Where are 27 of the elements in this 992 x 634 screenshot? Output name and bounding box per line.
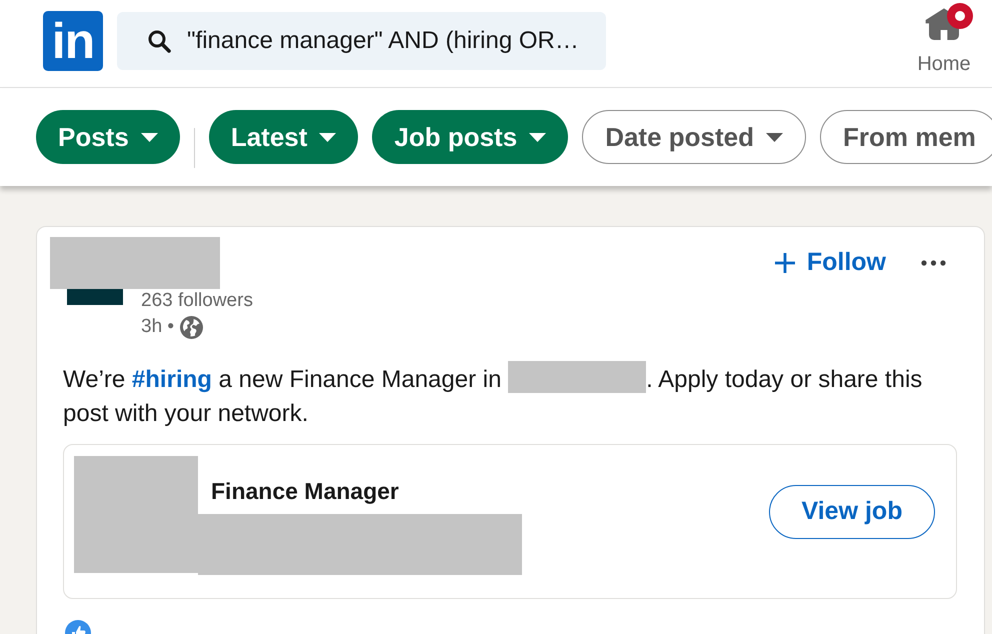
filter-pill[interactable]: Job posts: [372, 110, 568, 164]
search-field[interactable]: "finance manager" AND (hiring OR…: [117, 12, 606, 70]
image-placeholder: [67, 289, 123, 305]
plus-icon: [774, 253, 795, 273]
filter-pill[interactable]: Date posted: [582, 110, 806, 164]
logo[interactable]: in: [43, 11, 103, 71]
filter-pill[interactable]: Latest: [208, 110, 358, 164]
filter-pill[interactable]: From mem: [820, 110, 992, 164]
post-text: . Apply today or share this: [646, 366, 922, 393]
job-title: Finance Manager: [211, 479, 400, 503]
caret-icon: [766, 132, 783, 142]
hashtag-link[interactable]: #hiring: [132, 366, 212, 393]
caret-icon: [529, 132, 546, 142]
search-icon: [147, 29, 171, 53]
follower-count: 263 followers: [141, 289, 253, 313]
view-job-button[interactable]: View job: [769, 485, 935, 539]
post-text: We’re: [63, 366, 126, 393]
home-nav-item[interactable]: Home: [916, 5, 972, 76]
caret-icon: [319, 132, 336, 142]
post-text: a new Finance Manager in: [218, 366, 502, 393]
filter-pill[interactable]: Posts: [36, 110, 180, 164]
post-text: post with your network.: [63, 400, 308, 427]
post-time: 3h •: [141, 315, 174, 339]
follow-button[interactable]: Follow: [768, 245, 892, 281]
globe-icon: [180, 316, 204, 338]
more-icon[interactable]: [921, 260, 946, 266]
caret-icon: [140, 132, 158, 142]
